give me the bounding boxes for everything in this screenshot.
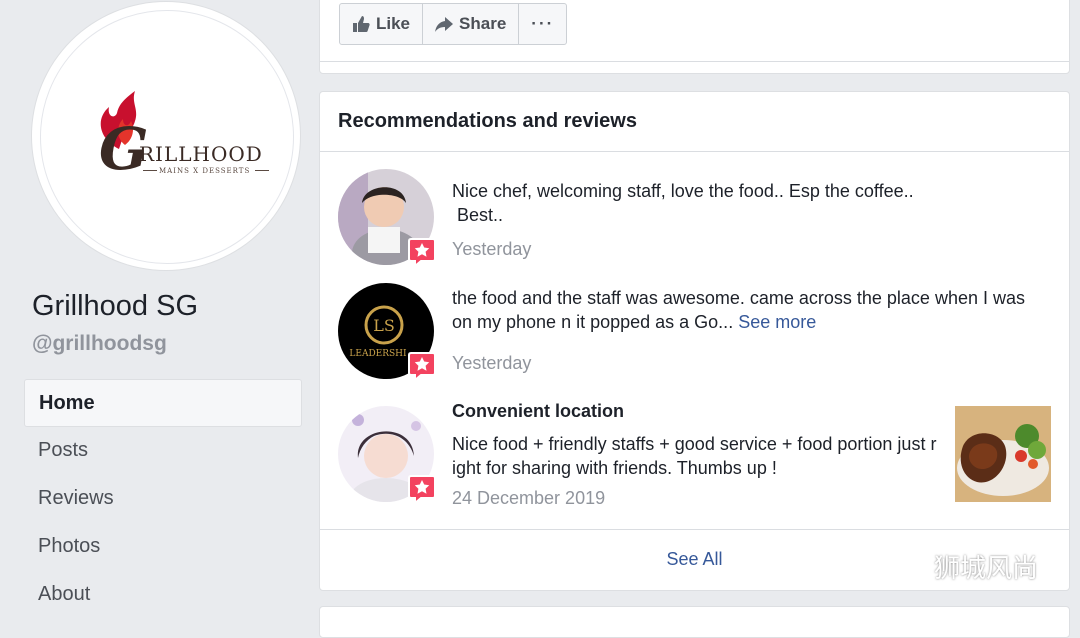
- wechat-icon: [885, 551, 925, 582]
- watermark-text: 狮城风尚: [934, 554, 1039, 584]
- review-text-line: ight for sharing with friends. Thumbs up…: [452, 458, 777, 478]
- profile-logo: G RILLHOOD MAINS X DESSERTS: [40, 10, 294, 264]
- review-photo-thumbnail[interactable]: [955, 406, 1051, 502]
- ellipsis-icon: ···: [531, 14, 555, 33]
- review-item: Nice chef, welcoming staff, love the foo…: [338, 169, 1050, 269]
- review-text: the food and the staff was awesome. came…: [452, 286, 1025, 334]
- nav-item-posts[interactable]: Posts: [24, 427, 302, 475]
- like-button[interactable]: Like: [340, 4, 424, 44]
- review-text-line: the food and the staff was awesome. came…: [452, 288, 1025, 308]
- recommend-star-icon: [408, 475, 436, 504]
- card-divider: [320, 529, 1069, 530]
- reviews-title: Recommendations and reviews: [320, 92, 1069, 152]
- review-timestamp[interactable]: Yesterday: [452, 239, 531, 260]
- profile-picture[interactable]: G RILLHOOD MAINS X DESSERTS: [32, 2, 300, 270]
- review-text-line: Best..: [452, 205, 504, 225]
- avatar-caption: LEADERSHI: [349, 349, 407, 359]
- review-item: Convenient location Nice food + friendly…: [338, 401, 1051, 509]
- share-arrow-icon: [435, 17, 454, 32]
- review-text: Convenient location Nice food + friendly…: [452, 399, 936, 480]
- review-timestamp[interactable]: 24 December 2019: [452, 488, 605, 509]
- more-options-button[interactable]: ···: [519, 4, 566, 44]
- page-handle[interactable]: @grillhoodsg: [32, 332, 167, 356]
- see-more-link[interactable]: See more: [738, 312, 816, 332]
- post-actions-card: Like Share ···: [319, 0, 1070, 74]
- logo-tagline: MAINS X DESSERTS: [159, 167, 251, 175]
- page-nav: Home Posts Reviews Photos About: [24, 379, 302, 619]
- thumbs-up-icon: [353, 16, 370, 32]
- review-text-line: Nice food + friendly staffs + good servi…: [452, 434, 937, 454]
- action-button-group: Like Share ···: [339, 3, 568, 45]
- logo-divider: [255, 170, 269, 171]
- wechat-watermark: 狮城风尚: [884, 548, 1038, 585]
- logo-brand-text: RILLHOOD: [139, 142, 263, 166]
- nav-item-reviews[interactable]: Reviews: [24, 475, 302, 523]
- share-button[interactable]: Share: [423, 4, 520, 44]
- share-label: Share: [459, 14, 507, 33]
- food-photo-icon: [955, 406, 1051, 502]
- logo-divider: [143, 170, 157, 171]
- nav-item-photos[interactable]: Photos: [24, 523, 302, 571]
- recommend-star-icon: [408, 352, 436, 381]
- recommend-star-icon: [408, 238, 436, 267]
- avatar-monogram: LS: [373, 316, 395, 335]
- next-card: [319, 606, 1070, 638]
- review-item: LS LEADERSHI the food and the staff was …: [338, 283, 1050, 383]
- review-text-line: Nice chef, welcoming staff, love the foo…: [452, 181, 914, 201]
- review-timestamp[interactable]: Yesterday: [452, 353, 531, 374]
- nav-item-home[interactable]: Home: [24, 379, 302, 427]
- nav-item-about[interactable]: About: [24, 571, 302, 619]
- review-text-line: on my phone n it popped as a Go... See m…: [452, 312, 817, 332]
- review-text: Nice chef, welcoming staff, love the foo…: [452, 179, 914, 227]
- card-divider: [320, 61, 1069, 62]
- review-title: Convenient location: [452, 401, 625, 421]
- like-label: Like: [376, 14, 411, 33]
- page-name[interactable]: Grillhood SG: [32, 290, 198, 323]
- reviews-card: Recommendations and reviews Nice chef, w…: [319, 91, 1070, 591]
